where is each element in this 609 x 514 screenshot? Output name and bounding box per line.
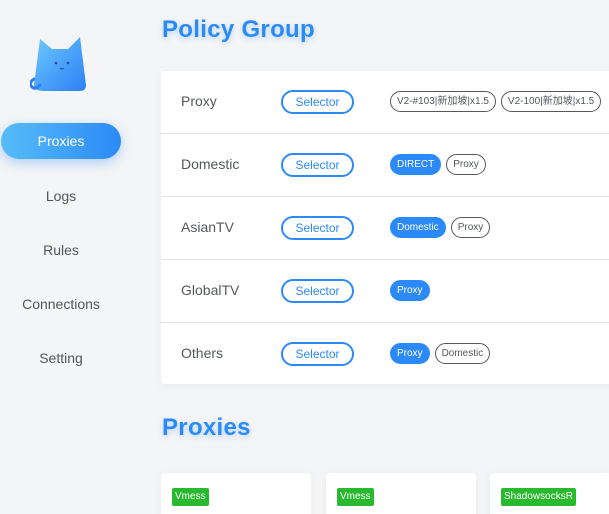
selector-button[interactable]: Selector — [281, 216, 354, 240]
option-list: Domestic Proxy — [390, 217, 495, 238]
option-tag[interactable]: Domestic — [434, 343, 491, 364]
selector-button[interactable]: Selector — [281, 153, 354, 177]
sidebar: Proxies Logs Rules Connections Setting — [0, 0, 122, 514]
policy-row-others: Others Selector Proxy Domestic — [161, 323, 609, 386]
sidebar-item-connections[interactable]: Connections — [1, 286, 121, 322]
policy-row-proxy: Proxy Selector V2-#103|新加坡|x1.5 V2-100|新加… — [161, 71, 609, 134]
option-tag-selected[interactable]: DIRECT — [390, 154, 442, 175]
sidebar-item-proxies[interactable]: Proxies — [1, 123, 121, 159]
option-tag-selected[interactable]: Proxy — [390, 343, 430, 364]
proxy-card[interactable]: ShadowsocksR — [490, 473, 609, 514]
sidebar-item-rules[interactable]: Rules — [1, 232, 121, 268]
option-list: Proxy — [390, 280, 435, 301]
proxies-title: Proxies — [162, 414, 251, 441]
policy-group-title: Policy Group — [162, 16, 315, 43]
sidebar-item-setting[interactable]: Setting — [1, 340, 121, 376]
proxy-card[interactable]: Vmess — [326, 473, 476, 514]
option-list: DIRECT Proxy — [390, 154, 491, 175]
proxy-type-badge: Vmess — [172, 488, 209, 506]
option-list: V2-#103|新加坡|x1.5 V2-100|新加坡|x1.5 — [390, 91, 606, 112]
policy-group-card: Proxy Selector V2-#103|新加坡|x1.5 V2-100|新加… — [161, 71, 609, 384]
option-tag[interactable]: V2-#103|新加坡|x1.5 — [390, 91, 496, 112]
group-name: AsianTV — [181, 219, 234, 235]
selector-button[interactable]: Selector — [281, 279, 354, 303]
selector-button[interactable]: Selector — [281, 90, 354, 114]
option-tag-selected[interactable]: Proxy — [390, 280, 430, 301]
cat-logo-icon — [30, 37, 86, 91]
group-name: Others — [181, 345, 224, 361]
proxy-type-badge: Vmess — [337, 488, 374, 506]
proxy-card[interactable]: Vmess — [161, 473, 311, 514]
selector-button[interactable]: Selector — [281, 342, 354, 366]
sidebar-item-logs[interactable]: Logs — [1, 178, 121, 214]
group-name: Proxy — [181, 93, 217, 109]
option-tag[interactable]: Proxy — [446, 154, 486, 175]
policy-row-domestic: Domestic Selector DIRECT Proxy — [161, 134, 609, 197]
group-name: GlobalTV — [181, 282, 240, 298]
group-name: Domestic — [181, 156, 240, 172]
proxy-type-badge: ShadowsocksR — [501, 488, 576, 506]
option-tag[interactable]: Proxy — [450, 217, 491, 238]
option-list: Proxy Domestic — [390, 343, 495, 364]
policy-row-asiantv: AsianTV Selector Domestic Proxy — [161, 197, 609, 260]
option-tag[interactable]: V2-100|新加坡|x1.5 — [500, 91, 602, 112]
policy-row-globaltv: GlobalTV Selector Proxy — [161, 260, 609, 323]
option-tag-selected[interactable]: Domestic — [390, 217, 446, 238]
